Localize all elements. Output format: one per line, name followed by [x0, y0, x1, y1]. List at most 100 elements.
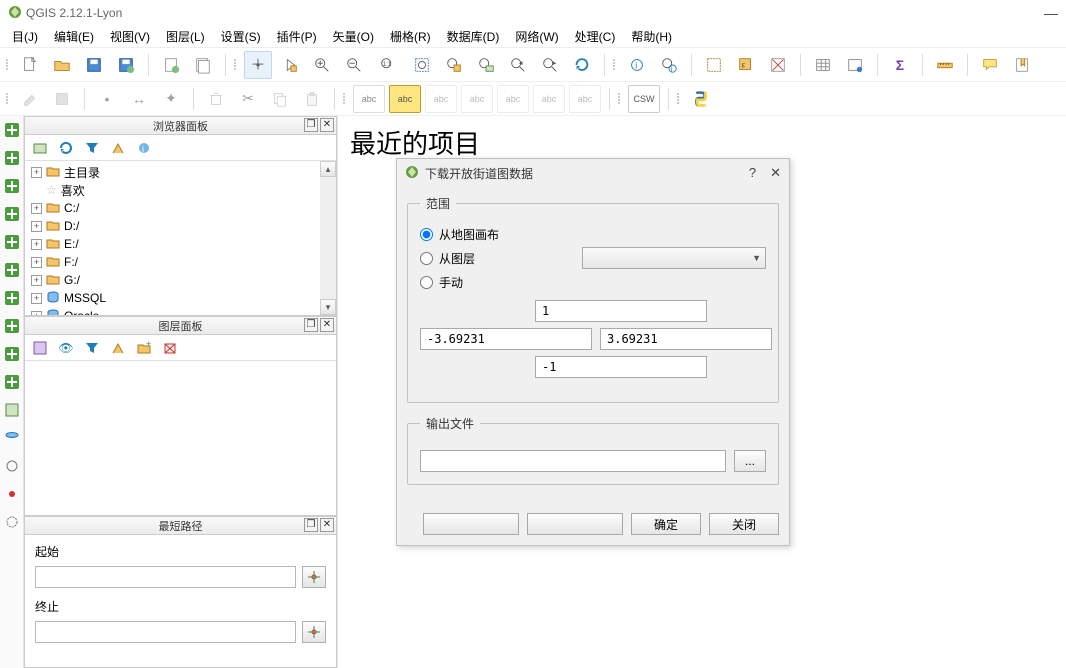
open-project-button[interactable] [48, 51, 76, 79]
tree-expander[interactable]: + [31, 167, 42, 178]
browser-tree[interactable]: +主目录☆喜欢+C:/+D:/+E:/+F:/+G:/+MSSQL+Oracle… [25, 161, 336, 315]
pan-to-selection-button[interactable] [276, 51, 304, 79]
cut-button[interactable]: ✂ [234, 85, 262, 113]
scroll-down-icon[interactable]: ▾ [320, 299, 336, 315]
menu-layer[interactable]: 图层(L) [160, 26, 211, 47]
extent-left-input[interactable] [420, 328, 592, 350]
toolbar-grip[interactable] [234, 59, 236, 70]
menu-raster[interactable]: 栅格(R) [384, 26, 437, 47]
measure-button[interactable] [931, 51, 959, 79]
add-spatialite-layer-button[interactable] [3, 206, 21, 222]
identify-button[interactable]: i [623, 51, 651, 79]
new-project-button[interactable] [16, 51, 44, 79]
extent-bottom-input[interactable] [535, 356, 707, 378]
tree-row[interactable]: +C:/ [27, 199, 334, 217]
menu-help[interactable]: 帮助(H) [625, 26, 678, 47]
radio-from-layer[interactable] [420, 252, 433, 265]
route-start-input[interactable] [35, 566, 296, 588]
new-shapefile-button[interactable] [3, 402, 21, 418]
menu-plugins[interactable]: 插件(P) [271, 26, 323, 47]
toolbar-grip[interactable] [613, 59, 615, 70]
toolbar-grip[interactable] [618, 93, 620, 104]
zoom-layer-button[interactable] [472, 51, 500, 79]
label-tool-4[interactable]: abc [461, 85, 493, 113]
save-as-button[interactable] [112, 51, 140, 79]
label-tool-5[interactable]: abc [497, 85, 529, 113]
attribute-table-button[interactable] [809, 51, 837, 79]
map-tips-button[interactable] [976, 51, 1004, 79]
zoom-next-button[interactable] [536, 51, 564, 79]
add-oracle-layer-button[interactable] [3, 262, 21, 278]
tree-row[interactable]: +D:/ [27, 217, 334, 235]
scroll-up-icon[interactable]: ▴ [320, 161, 336, 177]
save-edits-button[interactable] [48, 85, 76, 113]
tree-expander[interactable]: + [31, 257, 42, 268]
add-postgis-layer-button[interactable] [3, 178, 21, 194]
close-button[interactable]: 关闭 [709, 513, 779, 535]
tree-expander[interactable]: + [31, 239, 42, 250]
save-button[interactable] [80, 51, 108, 79]
bookmark-button[interactable] [1008, 51, 1036, 79]
layers-tree[interactable] [25, 361, 336, 515]
move-feature-button[interactable]: ↔ [125, 85, 153, 113]
zoom-selection-button[interactable] [440, 51, 468, 79]
window-minimize-button[interactable]: ― [1044, 5, 1058, 21]
refresh-button[interactable] [568, 51, 596, 79]
browser-scrollbar[interactable]: ▴ ▾ [320, 161, 336, 315]
menu-edit[interactable]: 编辑(E) [48, 26, 100, 47]
route-end-input[interactable] [35, 621, 296, 643]
toolbar-grip[interactable] [6, 59, 8, 70]
dialog-extra-button-1[interactable] [423, 513, 519, 535]
menu-file[interactable]: 目(J) [6, 26, 44, 47]
tree-row[interactable]: +主目录 [27, 163, 334, 181]
pan-button[interactable] [244, 51, 272, 79]
radio-manual[interactable] [420, 276, 433, 289]
route-end-pick-button[interactable] [302, 621, 326, 643]
add-wcs-layer-button[interactable] [3, 318, 21, 334]
menu-process[interactable]: 处理(C) [569, 26, 622, 47]
select-button[interactable] [700, 51, 728, 79]
zoom-out-button[interactable] [340, 51, 368, 79]
edit-toggle-button[interactable] [16, 85, 44, 113]
tree-row[interactable]: +E:/ [27, 235, 334, 253]
filter-icon[interactable] [83, 139, 101, 157]
panel-close-button[interactable]: ✕ [320, 118, 334, 132]
label-tool-3[interactable]: abc [425, 85, 457, 113]
label-tool-1[interactable]: abc [353, 85, 385, 113]
add-vector-layer-button[interactable] [3, 122, 21, 138]
ok-button[interactable]: 确定 [631, 513, 701, 535]
tree-expander[interactable]: + [31, 221, 42, 232]
tree-expander[interactable]: + [31, 293, 42, 304]
visibility-icon[interactable]: 👁 [57, 339, 75, 357]
new-spatialite-button[interactable] [3, 430, 21, 446]
menu-database[interactable]: 数据库(D) [441, 26, 506, 47]
stats-button[interactable]: Σ [886, 51, 914, 79]
python-console-button[interactable] [687, 85, 715, 113]
label-tool-7[interactable]: abc [569, 85, 601, 113]
tree-row[interactable]: +G:/ [27, 271, 334, 289]
toolbar-grip[interactable] [6, 93, 8, 104]
layer-combobox[interactable]: ▼ [582, 247, 766, 269]
label-tool-2[interactable]: abc [389, 85, 421, 113]
gps-button[interactable] [3, 486, 21, 502]
panel-close-button[interactable]: ✕ [320, 518, 334, 532]
browse-button[interactable]: ... [734, 450, 766, 472]
toolbar-grip[interactable] [343, 93, 345, 104]
output-path-input[interactable] [420, 450, 726, 472]
panel-close-button[interactable]: ✕ [320, 318, 334, 332]
zoom-native-button[interactable]: 1:1 [372, 51, 404, 79]
properties-icon[interactable]: i [135, 139, 153, 157]
delete-button[interactable] [202, 85, 230, 113]
zoom-last-button[interactable] [504, 51, 532, 79]
composer-manager-button[interactable] [189, 51, 217, 79]
extent-top-input[interactable] [535, 300, 707, 322]
new-gpx-button[interactable] [3, 458, 21, 474]
add-mssql-layer-button[interactable] [3, 234, 21, 250]
expand-all-icon[interactable] [109, 339, 127, 357]
menu-web[interactable]: 网络(W) [509, 26, 564, 47]
copy-button[interactable] [266, 85, 294, 113]
panel-undock-button[interactable]: ❐ [304, 518, 318, 532]
refresh-icon[interactable] [57, 139, 75, 157]
add-wfs-layer-button[interactable] [3, 346, 21, 362]
add-raster-layer-button[interactable] [3, 150, 21, 166]
